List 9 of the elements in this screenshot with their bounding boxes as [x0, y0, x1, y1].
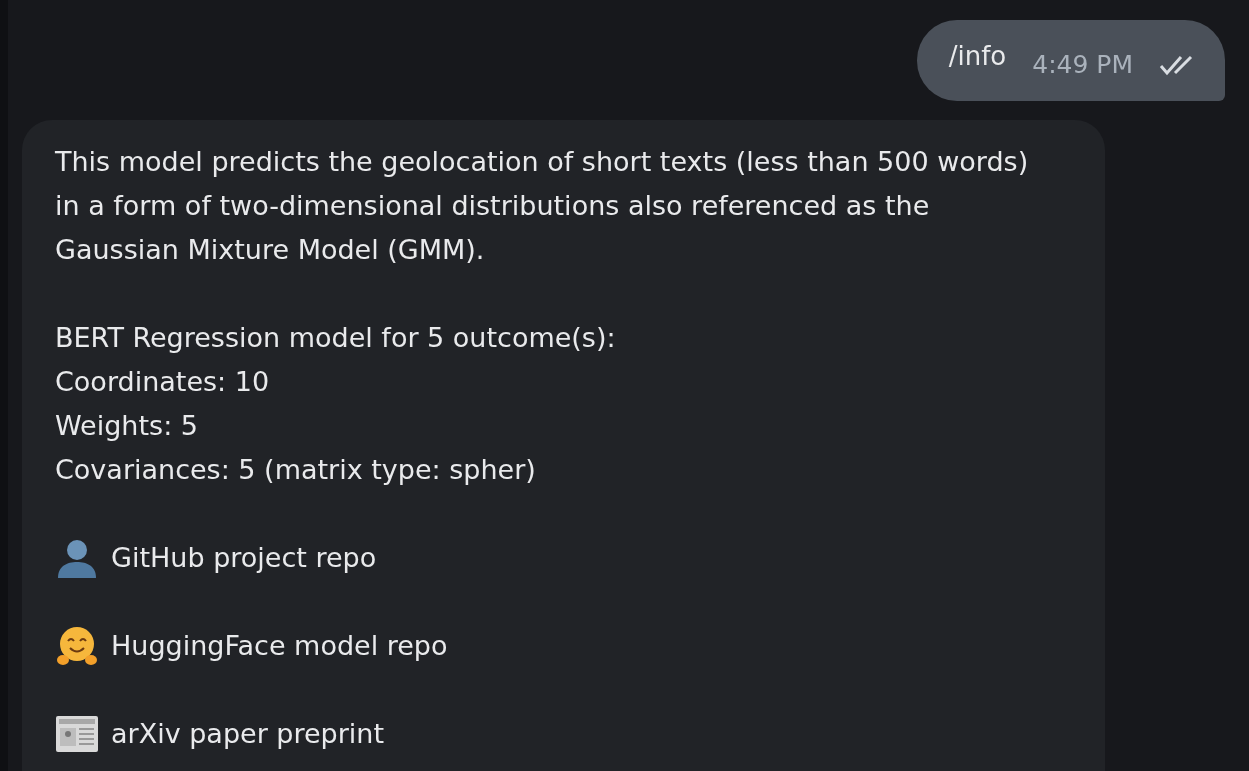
link-text[interactable]: GitHub project repo: [111, 536, 377, 580]
link-text[interactable]: arXiv paper preprint: [111, 712, 385, 756]
message-time: 4:49 PM: [1032, 48, 1133, 81]
link-text[interactable]: HuggingFace model repo: [111, 624, 448, 668]
hugging-face-icon: [55, 624, 99, 668]
message-text: /info: [948, 40, 1007, 73]
message-paragraph: This model predicts the geolocation of short texts (less than 500 words) in a form of two-dimensional distributions also referenced as the Gaussian Mixture Model (GMM).: [55, 145, 1030, 267]
newspaper-icon: [55, 714, 99, 754]
message-paragraph: BERT Regression model for 5 outcome(s): Coordinates: 10 Weights: 5 Covariances: 5 (matrix type: spher): [55, 321, 617, 487]
